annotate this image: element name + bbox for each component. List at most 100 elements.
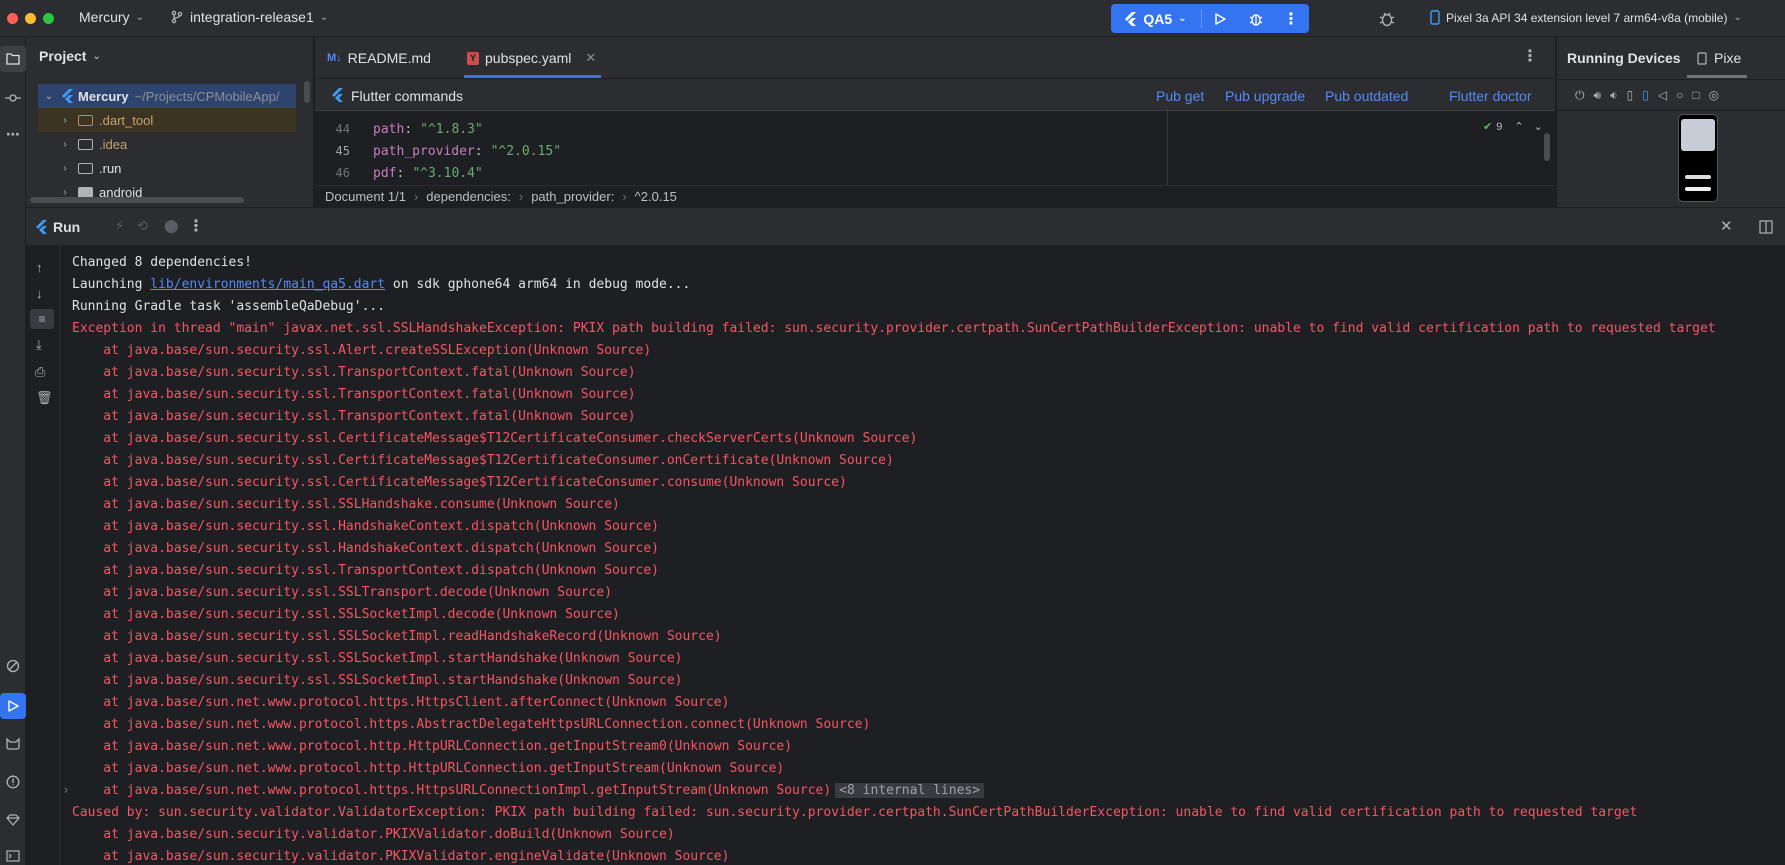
console-line-text: at java.base/sun.security.ssl.TransportC… <box>72 387 636 402</box>
flutter-doctor-link[interactable]: Flutter doctor <box>1449 88 1531 104</box>
tree-item-run[interactable]: › .run <box>38 156 313 180</box>
terminal-icon <box>6 850 20 862</box>
device-selector[interactable]: Pixel 3a API 34 extension level 7 arm64-… <box>1430 10 1742 25</box>
diamond-icon <box>6 814 20 826</box>
hot-reload-icon[interactable]: ⚡ <box>115 218 124 234</box>
tree-item-idea[interactable]: › .idea <box>38 132 313 156</box>
layout-icon[interactable] <box>1759 220 1773 234</box>
branch-switcher[interactable]: integration-release1 ⌄ <box>170 9 328 25</box>
console-line-text: at java.base/sun.security.ssl.SSLSocketI… <box>72 651 683 666</box>
console-line-text: at java.base/sun.net.www.protocol.https.… <box>72 783 832 798</box>
back-icon[interactable]: ◁ <box>1658 88 1667 102</box>
tab-pubspec[interactable]: Y pubspec.yaml ✕ <box>467 37 596 79</box>
screenshot-icon[interactable]: ◎ <box>1709 88 1719 102</box>
more-options-button[interactable]: ⋮ <box>1274 4 1308 33</box>
editor-area: M↓ README.md Y pubspec.yaml ✕ ⋮ Flutter … <box>315 37 1555 207</box>
device-screen[interactable] <box>1678 114 1718 202</box>
breadcrumb-item[interactable]: ^2.0.15 <box>635 189 677 204</box>
flutter-icon <box>36 220 47 234</box>
tree-item-dart-tool[interactable]: › .dart_tool <box>38 108 296 132</box>
run-button[interactable] <box>1202 4 1238 33</box>
console-error-line: at java.base/sun.security.validator.PKIX… <box>72 824 675 846</box>
chevron-down-icon[interactable]: ⌄ <box>1534 120 1543 133</box>
maximize-window-button[interactable] <box>43 13 54 24</box>
close-icon[interactable]: ✕ <box>1720 217 1733 235</box>
power-icon[interactable]: ⏻ <box>1575 88 1585 103</box>
tab-options-button[interactable]: ⋮ <box>1522 46 1538 66</box>
console-error-line: Exception in thread "main" javax.net.ssl… <box>72 318 1716 340</box>
run-tool-button[interactable] <box>0 693 26 719</box>
device-tab[interactable]: Pixe <box>1697 37 1785 79</box>
chevron-up-icon[interactable]: ⌃ <box>1514 120 1523 133</box>
project-tool-button[interactable] <box>0 46 26 72</box>
warning-circle-icon <box>6 775 20 789</box>
editor-scrollbar[interactable] <box>1544 133 1550 161</box>
run-config-selector[interactable]: QA5 ⌄ <box>1111 4 1201 33</box>
console-error-line: at java.base/sun.security.validator.PKIX… <box>72 846 729 865</box>
arrow-up-icon[interactable]: ↑ <box>36 260 43 275</box>
rotate-right-icon[interactable]: ▯ <box>1642 88 1649 102</box>
problems-count: 9 <box>1496 120 1503 133</box>
home-icon[interactable]: ○ <box>1676 88 1683 102</box>
code-editor[interactable]: 44 path: "^1.8.3" 45 path_provider: "^2.… <box>315 111 1555 189</box>
device-controls-toolbar: ⏻ 🔊︎ 🔉︎ ▯ ▯ ◁ ○ □ ◎ <box>1557 79 1785 111</box>
horizontal-scrollbar[interactable] <box>30 197 244 203</box>
minimize-window-button[interactable] <box>25 13 36 24</box>
console-line-text: at java.base/sun.security.ssl.SSLSocketI… <box>72 629 722 644</box>
pub-get-link[interactable]: Pub get <box>1156 88 1204 104</box>
hot-restart-icon[interactable]: ⟲ <box>137 218 148 234</box>
pub-upgrade-link[interactable]: Pub upgrade <box>1225 88 1305 104</box>
project-switcher[interactable]: Mercury ⌄ <box>79 9 144 25</box>
profiler-button[interactable] <box>1378 10 1396 28</box>
soft-wrap-icon[interactable]: ≡ <box>30 309 54 329</box>
volume-up-icon[interactable]: 🔊︎ <box>1594 88 1602 103</box>
breadcrumb-item[interactable]: Document 1/1 <box>325 189 406 204</box>
more-tools-button[interactable]: ⋯ <box>0 121 26 147</box>
debug-button[interactable] <box>1238 4 1274 33</box>
more-vertical-icon[interactable]: ⋮ <box>188 216 204 236</box>
console-line-text: at java.base/sun.security.validator.PKIX… <box>72 827 675 842</box>
branch-name: integration-release1 <box>190 9 314 25</box>
tree-root-row[interactable]: ⌄ Mercury ~/Projects/CPMobileApp/ <box>38 84 296 108</box>
run-console[interactable]: Changed 8 dependencies! Launching lib/env… <box>60 245 1785 865</box>
tab-label: pubspec.yaml <box>485 50 572 66</box>
breadcrumb-item[interactable]: dependencies: <box>426 189 511 204</box>
yaml-icon: Y <box>467 51 479 65</box>
console-line-text: at java.base/sun.security.ssl.Certificat… <box>72 431 918 446</box>
console-line-text: at java.base/sun.security.ssl.SSLTranspo… <box>72 585 613 600</box>
vertical-scrollbar[interactable] <box>304 81 310 103</box>
scroll-to-end-icon[interactable]: ⤓ <box>36 337 42 353</box>
folded-lines-badge[interactable]: <8 internal lines> <box>835 783 985 798</box>
terminal-tool-button[interactable] <box>0 843 26 865</box>
rotate-left-icon[interactable]: ▯ <box>1627 88 1634 102</box>
file-link[interactable]: lib/environments/main_qa5.dart <box>150 277 385 292</box>
trash-icon[interactable]: 🗑︎ <box>36 390 53 406</box>
close-window-button[interactable] <box>7 13 18 24</box>
volume-down-icon[interactable]: 🔉︎ <box>1610 88 1618 103</box>
problems-tool-button[interactable] <box>0 769 26 795</box>
console-error-line: at java.base/sun.net.www.protocol.https.… <box>72 692 729 714</box>
devtools-tool-button[interactable] <box>0 807 26 833</box>
print-icon[interactable]: ⎙ <box>35 364 45 380</box>
more-vertical-icon: ⋮ <box>1522 48 1538 65</box>
stop-icon[interactable]: ⬤ <box>164 218 179 234</box>
tree-item-label: .run <box>99 160 122 176</box>
overview-icon[interactable]: □ <box>1692 88 1699 102</box>
tab-readme[interactable]: M↓ README.md <box>327 37 431 79</box>
console-error-line: at java.base/sun.security.ssl.SSLSocketI… <box>72 626 722 648</box>
profiler-tool-button[interactable] <box>0 653 26 679</box>
arrow-down-icon[interactable]: ↓ <box>36 286 43 301</box>
logcat-tool-button[interactable] <box>0 731 26 757</box>
console-error-line: at java.base/sun.security.ssl.Certificat… <box>72 428 917 450</box>
close-icon[interactable]: ✕ <box>585 50 596 66</box>
project-panel-header[interactable]: Project ⌄ <box>39 48 101 64</box>
chevron-down-icon: ⌄ <box>44 90 54 102</box>
project-panel-title: Project <box>39 48 87 64</box>
breadcrumb-item[interactable]: path_provider: <box>531 189 614 204</box>
chevron-right-icon: › <box>63 162 67 174</box>
inspection-widget[interactable]: ✔ 9 ⌃ ⌄ <box>1483 120 1543 134</box>
active-tab-indicator <box>464 75 601 78</box>
pub-outdated-link[interactable]: Pub outdated <box>1325 88 1408 104</box>
commit-tool-button[interactable] <box>0 85 26 111</box>
chevron-right-icon[interactable]: › <box>62 780 70 802</box>
